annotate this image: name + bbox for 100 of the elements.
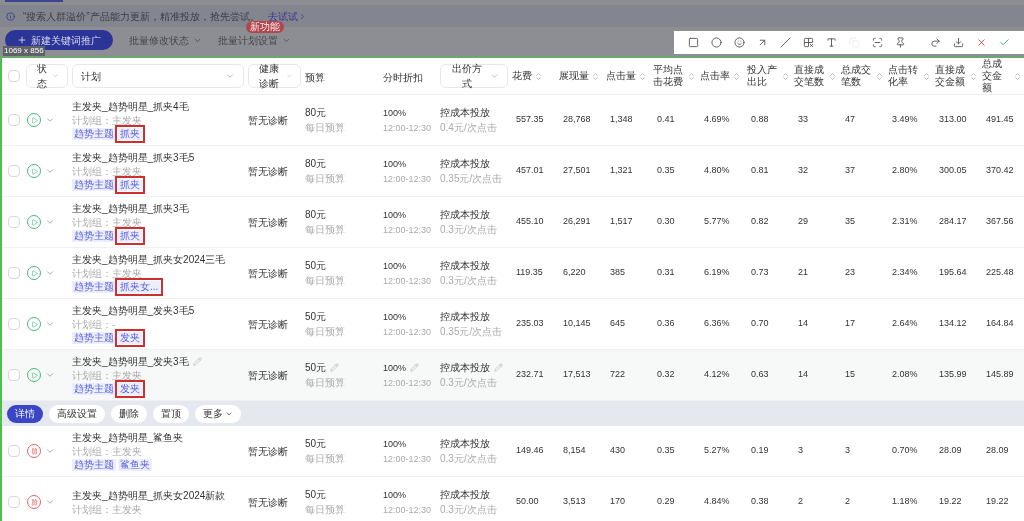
sort-icon[interactable] xyxy=(828,71,837,81)
table-cell-text: 5.77% xyxy=(703,215,731,229)
chevron-down-icon xyxy=(489,71,499,81)
sort-icon[interactable] xyxy=(732,71,741,81)
edit-icon[interactable] xyxy=(192,357,202,366)
chevron-down-icon[interactable] xyxy=(45,370,55,380)
ellipse-tool-icon[interactable] xyxy=(711,37,722,48)
column-filter-select[interactable]: 状态 xyxy=(26,64,68,88)
mosaic-tool-icon[interactable] xyxy=(803,37,814,48)
table-cell-text: 0.32 xyxy=(656,368,676,382)
table-cell-text: 170 xyxy=(609,495,627,509)
row-action-button[interactable]: 详情 xyxy=(7,404,43,423)
column-filter-select[interactable]: 出价方式 xyxy=(440,64,508,88)
sort-icon[interactable] xyxy=(687,71,696,81)
sort-icon[interactable] xyxy=(534,71,543,81)
text-tool-icon[interactable] xyxy=(826,37,837,48)
row-checkbox[interactable] xyxy=(8,369,20,381)
table-cell-text: 26,291 xyxy=(562,215,592,229)
table-cell-text: 457.01 xyxy=(515,164,545,178)
info-icon xyxy=(6,11,15,21)
bid-method: 控成本投放 xyxy=(440,310,490,323)
sort-icon[interactable] xyxy=(922,71,931,81)
plan-tag: 抓夹 xyxy=(118,230,142,242)
row-checkbox[interactable] xyxy=(8,114,20,126)
column-filter-select[interactable]: 健康诊断 xyxy=(248,64,301,88)
rectangle-tool-icon[interactable] xyxy=(688,37,699,48)
table-cell-text: 0.41 xyxy=(656,113,676,127)
row-checkbox[interactable] xyxy=(8,318,20,330)
table-cell-text: 145.89 xyxy=(985,368,1015,382)
plan-group: 计划组：主发夹 xyxy=(72,369,248,382)
bid-method: 控成本投放 xyxy=(440,361,490,374)
plan-tag: 趋势主题 xyxy=(72,179,116,191)
download-icon[interactable] xyxy=(953,37,964,48)
chevron-down-icon[interactable] xyxy=(45,497,55,507)
column-header: 投入产出比 xyxy=(747,64,778,88)
arrow-tool-icon[interactable] xyxy=(757,37,768,48)
row-checkbox[interactable] xyxy=(8,496,20,508)
table-cell-text: 0.88 xyxy=(750,113,770,127)
row-action-button[interactable]: 更多 xyxy=(195,404,241,423)
chevron-down-icon[interactable] xyxy=(45,319,55,329)
table-row[interactable]: 主发夹_趋势明星_发夹3毛 计划组：主发夹 趋势主题 发夹 暂无诊断 50元 每日预算 100% 12:00-12:30 控成本投放 0.3元/次点击 232.71 17,513 722 0.32 4.12% 0.63 14 15 2.08% 135.99 145.89 xyxy=(2,350,1024,401)
sort-icon[interactable] xyxy=(591,71,600,81)
edit-icon[interactable] xyxy=(494,363,503,372)
sort-icon[interactable] xyxy=(781,71,790,81)
plan-name[interactable]: 主发夹_趋势明星_抓夹4毛 xyxy=(72,100,189,113)
edit-icon[interactable] xyxy=(330,363,340,372)
select-all-checkbox[interactable] xyxy=(8,70,20,82)
budget-note: 每日预算 xyxy=(305,121,346,134)
plan-name[interactable]: 主发夹_趋势明星_抓夹女2024三毛 xyxy=(72,253,226,266)
plan-name[interactable]: 主发夹_趋势明星_抓夹3毛5 xyxy=(72,151,195,164)
sort-icon[interactable] xyxy=(1013,71,1022,81)
plan-name[interactable]: 主发夹_趋势明星_抓夹女2024新款 xyxy=(72,488,226,502)
scan-icon[interactable] xyxy=(872,37,883,48)
close-icon[interactable] xyxy=(976,37,987,48)
notice-text: “搜索人群溢价”产品能力更新，精准投放，抢先尝试。 xyxy=(23,9,260,22)
plan-name[interactable]: 主发夹_趋势明星_发夹3毛 xyxy=(72,355,189,368)
table-cell-text: 0.81 xyxy=(750,164,770,178)
pen-tool-icon[interactable] xyxy=(780,37,791,48)
table-cell-text: 5.27% xyxy=(703,444,731,458)
table-cell-text: 50.00 xyxy=(515,495,540,509)
row-checkbox[interactable] xyxy=(8,216,20,228)
plan-name[interactable]: 主发夹_趋势明星_鲨鱼夹 xyxy=(72,431,184,444)
row-action-button[interactable]: 高级设置 xyxy=(49,404,105,423)
row-checkbox[interactable] xyxy=(8,445,20,457)
table-cell-text: 235.03 xyxy=(515,317,545,331)
edit-icon[interactable] xyxy=(410,363,420,372)
table-cell-text: 195.64 xyxy=(938,266,968,280)
bid-note: 0.3元/次点击 xyxy=(440,503,498,516)
chevron-down-icon[interactable] xyxy=(45,446,55,456)
bid-method: 控成本投放 xyxy=(440,157,490,170)
plan-name[interactable]: 主发夹_趋势明星_抓夹3毛 xyxy=(72,202,189,215)
plan-name[interactable]: 主发夹_趋势明星_发夹3毛5 xyxy=(72,304,195,317)
row-checkbox[interactable] xyxy=(8,165,20,177)
table-cell-text: 4.84% xyxy=(703,495,731,509)
chevron-down-icon[interactable] xyxy=(45,217,55,227)
row-action-button[interactable]: 删除 xyxy=(111,404,147,423)
bid-note: 0.3元/次点击 xyxy=(440,223,498,236)
table-cell-text: 491.45 xyxy=(985,113,1015,127)
budget-note: 每日预算 xyxy=(305,503,346,516)
chevron-down-icon[interactable] xyxy=(45,268,55,278)
budget-value: 50元 xyxy=(305,259,327,272)
sort-icon[interactable] xyxy=(875,71,884,81)
row-action-button[interactable]: 置顶 xyxy=(153,404,189,423)
row-checkbox[interactable] xyxy=(8,267,20,279)
plan-group: 计划组：主发夹 xyxy=(72,445,248,458)
sort-icon[interactable] xyxy=(969,71,978,81)
column-header: 点击率 xyxy=(700,70,730,82)
bid-note: 0.3元/次点击 xyxy=(440,452,498,465)
sort-icon[interactable] xyxy=(638,71,647,81)
chevron-down-icon[interactable] xyxy=(45,115,55,125)
budget-note: 每日预算 xyxy=(305,172,346,185)
check-icon[interactable] xyxy=(999,37,1010,48)
redo-icon[interactable] xyxy=(930,37,941,48)
table-cell-text: 119.35 xyxy=(515,266,544,280)
bid-note: 0.4元/次点击 xyxy=(440,121,498,134)
column-filter-select[interactable]: 计划 xyxy=(72,64,244,88)
emoji-tool-icon[interactable] xyxy=(734,37,745,48)
table-cell-text: 2.80% xyxy=(891,164,919,178)
chevron-down-icon[interactable] xyxy=(45,166,55,176)
pin-icon[interactable] xyxy=(895,37,906,48)
